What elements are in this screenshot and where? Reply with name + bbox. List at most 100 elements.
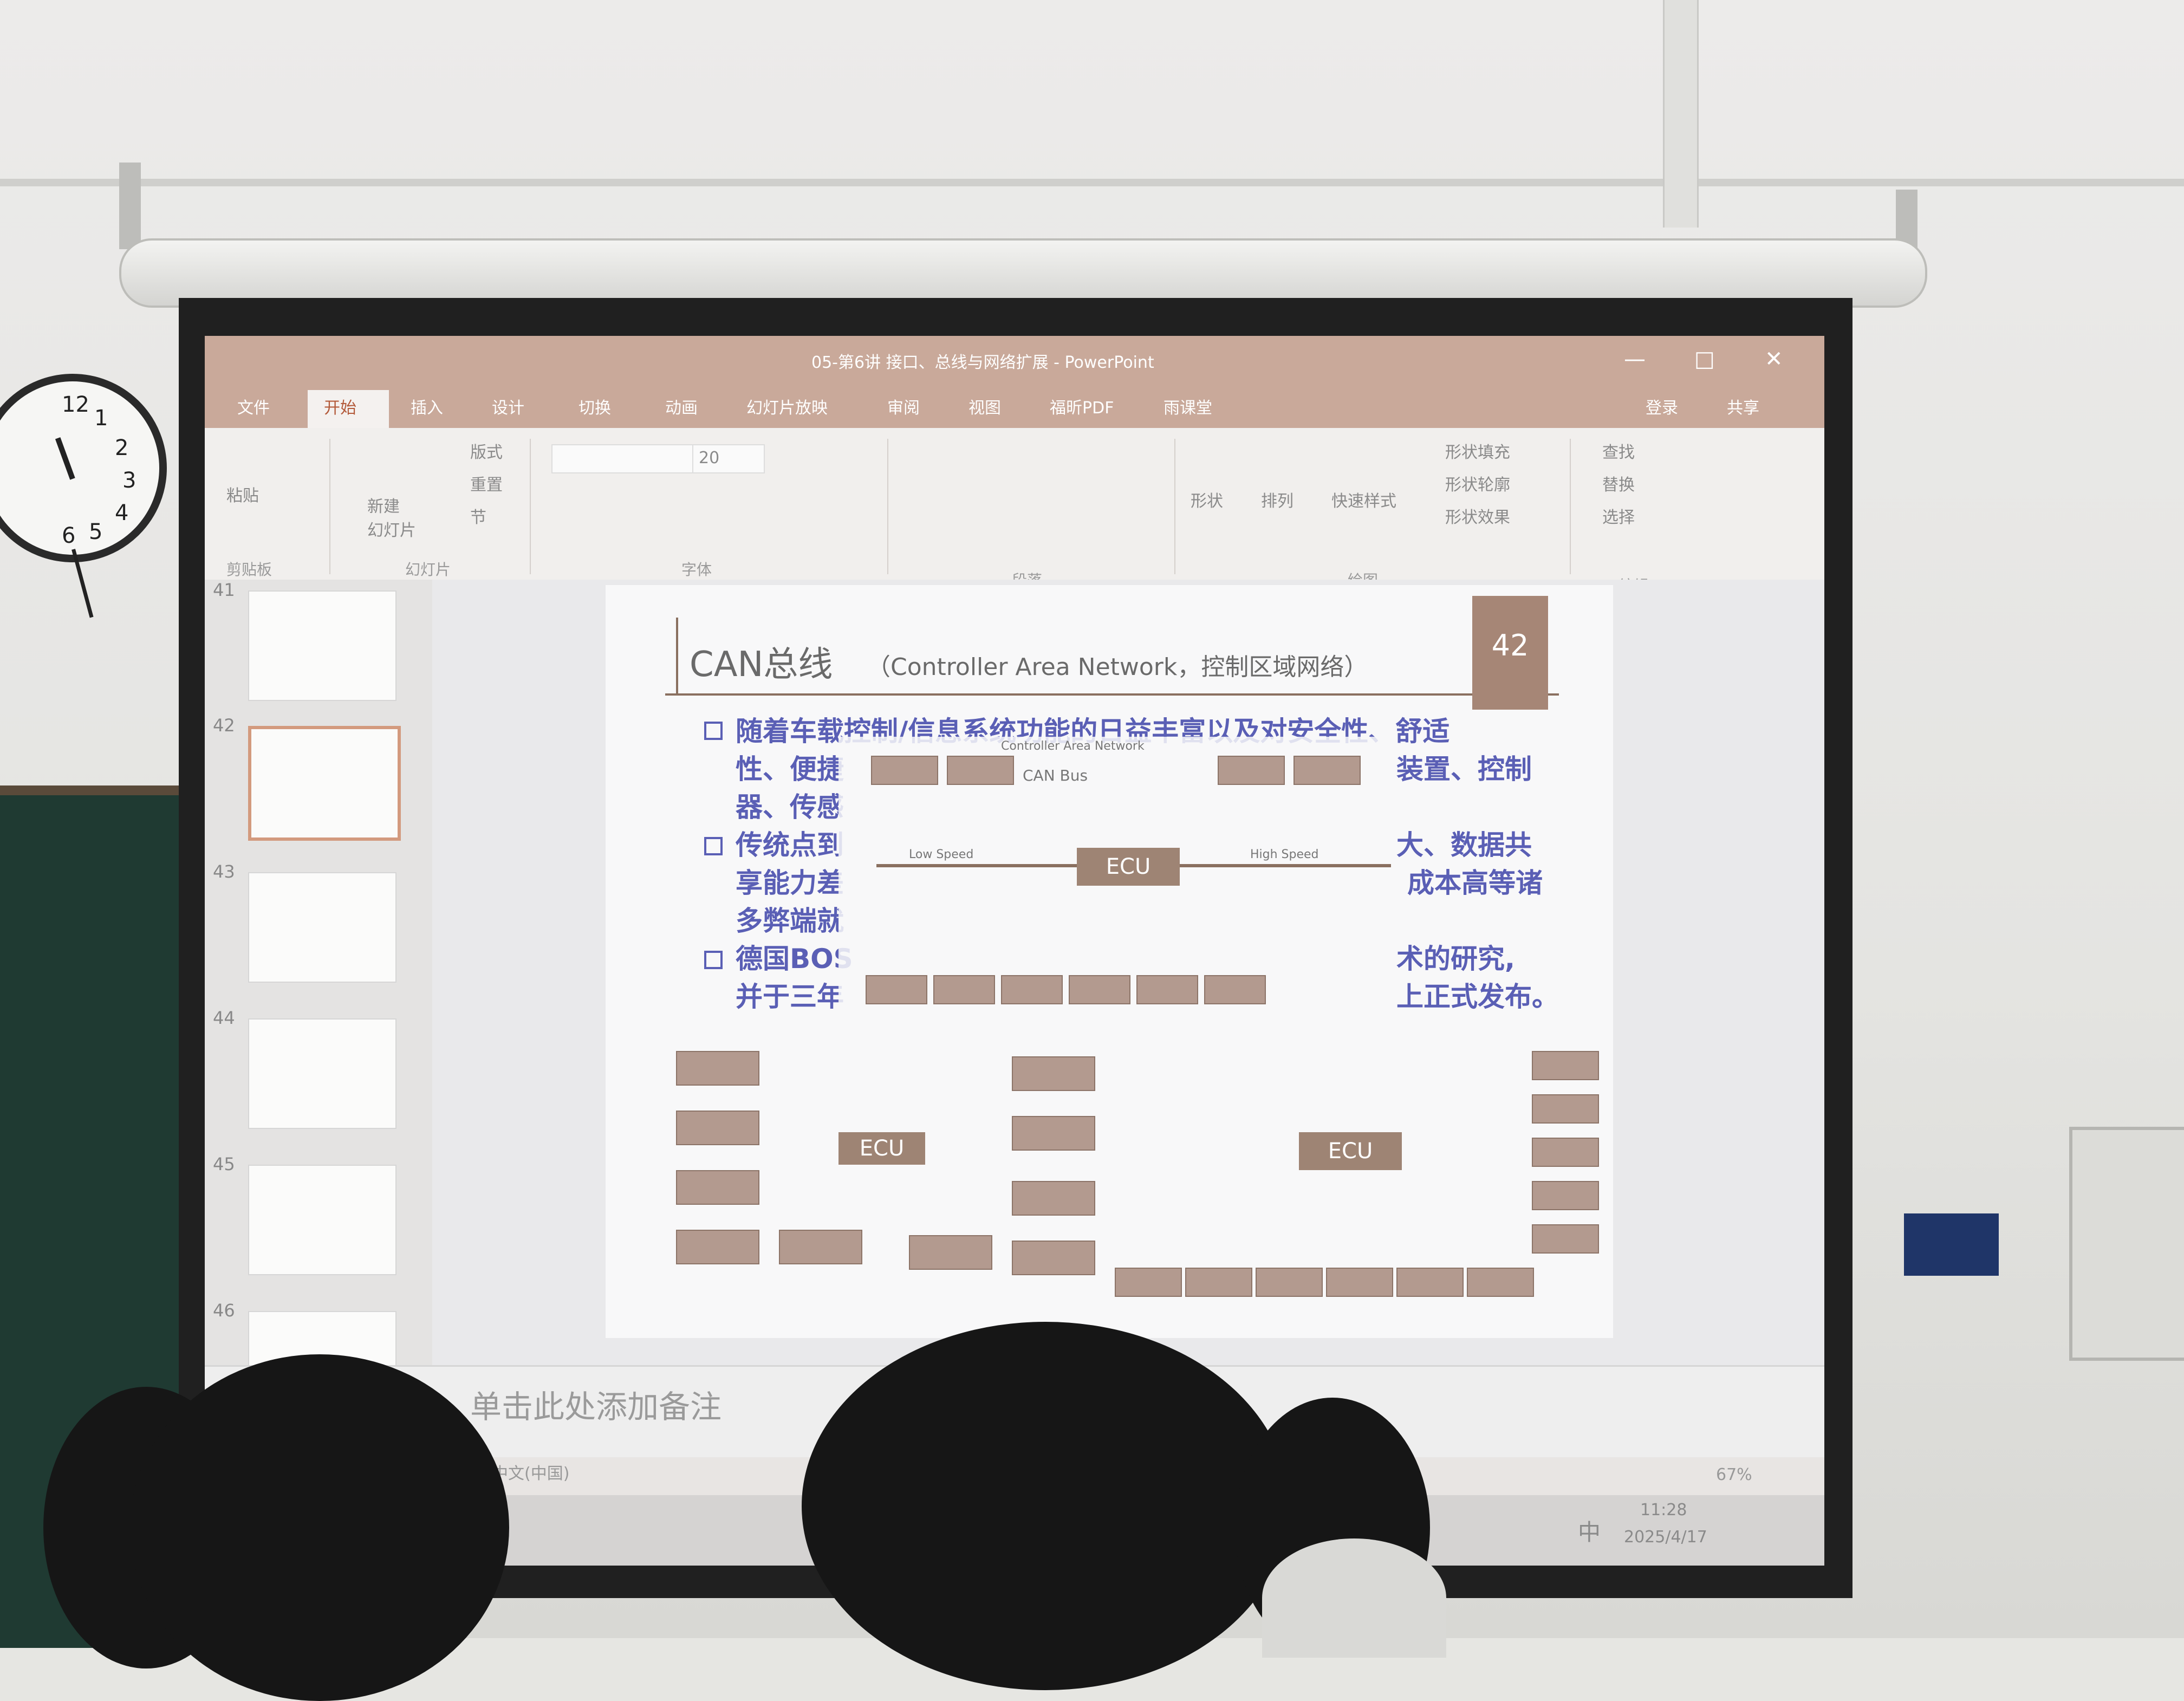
node-box: [1256, 1268, 1323, 1297]
node-box: [676, 1230, 759, 1264]
can-node-box: [1069, 975, 1130, 1004]
clock-number: 4: [115, 501, 129, 525]
node-box: [676, 1051, 759, 1086]
title-underline: [665, 693, 1559, 696]
slide-thumbnail[interactable]: [248, 872, 396, 983]
taskbar-time: 11:28: [1640, 1501, 1687, 1520]
slide-thumbnail[interactable]: [248, 1018, 396, 1129]
arrange-button[interactable]: 排列: [1261, 488, 1294, 511]
ribbon-divider: [1174, 439, 1175, 574]
clock-hour-hand: [55, 437, 75, 480]
tab-file[interactable]: 文件: [237, 394, 270, 418]
node-box: [1532, 1224, 1599, 1254]
wall-pillar: [1663, 0, 1699, 228]
bullet-text-right: 大、数据共: [1396, 829, 1532, 861]
projector-screen-housing: [119, 238, 1927, 308]
notes-placeholder[interactable]: 单击此处添加备注: [470, 1381, 722, 1427]
shape-outline-button[interactable]: 形状轮廓: [1445, 471, 1510, 495]
audience-cap: [1262, 1538, 1446, 1658]
node-box: [1532, 1181, 1599, 1210]
slide-title: CAN总线: [690, 645, 833, 685]
clock-number: 5: [89, 520, 103, 544]
tab-view[interactable]: 视图: [968, 394, 1001, 418]
tab-home[interactable]: 开始: [324, 394, 356, 418]
bullet-text-right: 上正式发布。: [1396, 981, 1559, 1012]
layout-button[interactable]: 版式: [470, 439, 503, 463]
close-button[interactable]: ✕: [1765, 347, 1783, 372]
group-label-slides: 幻灯片: [405, 561, 451, 579]
ribbon-divider: [329, 439, 330, 574]
tab-rain-classroom[interactable]: 雨课堂: [1164, 394, 1212, 418]
node-box: [1326, 1268, 1393, 1297]
slide-thumbnail-selected[interactable]: [248, 726, 401, 841]
select-button[interactable]: 选择: [1602, 504, 1635, 528]
tab-slideshow[interactable]: 幻灯片放映: [746, 394, 828, 418]
can-node-box: [1294, 756, 1361, 785]
quick-style-button[interactable]: 快速样式: [1331, 488, 1396, 511]
group-label-clipboard: 剪贴板: [226, 561, 272, 579]
reset-button[interactable]: 重置: [470, 471, 503, 495]
minimize-button[interactable]: —: [1624, 347, 1646, 372]
font-size-value: 20: [699, 449, 720, 468]
thumbnail-number: 45: [213, 1154, 235, 1174]
slide-thumbnail-pane: 41 42 43 44 45 46: [205, 580, 432, 1367]
tab-insert[interactable]: 插入: [411, 394, 443, 418]
language-indicator: 中文(中国): [492, 1464, 570, 1483]
tab-transitions[interactable]: 切换: [578, 394, 611, 418]
group-label-font: 字体: [681, 561, 712, 579]
bullet-text: 多弊端就: [736, 905, 844, 937]
find-button[interactable]: 查找: [1602, 439, 1635, 463]
tab-design[interactable]: 设计: [492, 394, 524, 418]
diagram-title: Controller Area Network: [1001, 739, 1145, 753]
bullet-marker: [704, 722, 723, 740]
paste-button[interactable]: 粘贴: [226, 482, 259, 506]
audience-head: [802, 1322, 1289, 1690]
thumbnail-number: 42: [213, 715, 235, 736]
input-method-indicator[interactable]: 中: [1578, 1514, 1601, 1547]
slide-number: 42: [1491, 628, 1529, 663]
font-size-box[interactable]: 20: [692, 444, 765, 473]
can-node-box: [1218, 756, 1285, 785]
zoom-level[interactable]: 67%: [1716, 1465, 1752, 1484]
taskbar-date: 2025/4/17: [1624, 1528, 1707, 1547]
bullet-text-right: 成本高等诸: [1407, 867, 1543, 899]
clock-number: 6: [62, 523, 76, 548]
node-box: [676, 1111, 759, 1145]
clock-number: 2: [115, 436, 129, 460]
share-button[interactable]: 共享: [1727, 394, 1759, 418]
tab-animations[interactable]: 动画: [665, 394, 698, 418]
node-box: [1012, 1241, 1095, 1275]
bullet-text: 德国BOS: [736, 943, 853, 975]
tab-foxit-pdf[interactable]: 福昕PDF: [1050, 394, 1114, 418]
node-box: [676, 1170, 759, 1205]
bullet-text: 性、便捷: [736, 754, 844, 785]
ceiling-trim: [0, 179, 2184, 186]
audience-head: [130, 1354, 509, 1701]
window-title: 05-第6讲 接口、总线与网络扩展 - PowerPoint: [811, 353, 1154, 372]
thumbnail-number: 44: [213, 1008, 235, 1028]
slide-thumbnail[interactable]: [248, 590, 396, 701]
section-button[interactable]: 节: [470, 504, 486, 528]
bullet-marker: [704, 837, 723, 855]
shape-button[interactable]: 形状: [1191, 488, 1223, 511]
replace-button[interactable]: 替换: [1602, 471, 1635, 495]
shape-effect-button[interactable]: 形状效果: [1445, 504, 1510, 528]
node-box: [1396, 1268, 1464, 1297]
node-box: [1532, 1051, 1599, 1080]
ecu-box-left: ECU: [838, 1132, 925, 1165]
ecu-box-right: ECU: [1299, 1132, 1402, 1170]
maximize-button[interactable]: □: [1694, 347, 1715, 372]
new-slide-button[interactable]: 新建 幻灯片: [367, 493, 416, 541]
tab-review[interactable]: 审阅: [887, 394, 920, 418]
thumbnail-number: 43: [213, 861, 235, 882]
shape-fill-button[interactable]: 形状填充: [1445, 439, 1510, 463]
ribbon-panel: 粘贴 新建 幻灯片 版式 重置 节 20 形状 排列 快速样式 形状填充 形状轮…: [205, 428, 1824, 595]
bullet-text: 传统点到: [736, 829, 844, 861]
slide-thumbnail[interactable]: [248, 1165, 396, 1275]
clock-number: 1: [94, 406, 108, 431]
login-link[interactable]: 登录: [1646, 394, 1678, 418]
font-name-box[interactable]: [551, 444, 694, 473]
ribbon-tabs: [205, 385, 1824, 428]
can-node-box: [1001, 975, 1063, 1004]
can-node-box: [871, 756, 938, 785]
